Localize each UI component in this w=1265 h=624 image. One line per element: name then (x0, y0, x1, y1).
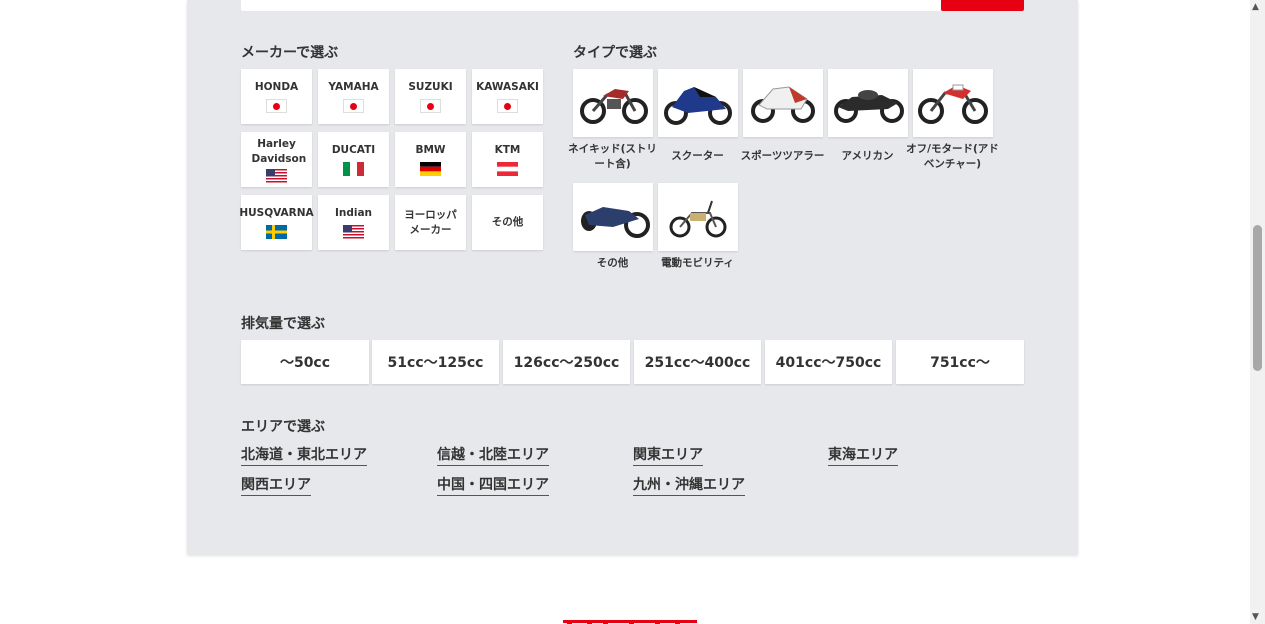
cc-button-400[interactable]: 251cc〜400cc (634, 340, 761, 384)
maker-label: BMW (415, 144, 446, 156)
scooter-image (664, 87, 732, 125)
displacement-section-title: 排気量で選ぶ (241, 316, 325, 332)
area-link-kanto[interactable]: 関東エリア (633, 444, 703, 466)
japan-flag-icon (266, 99, 287, 113)
maker-other[interactable]: その他 (472, 195, 543, 250)
area-link-kansai[interactable]: 関西エリア (241, 474, 311, 496)
maker-label: KTM (494, 144, 521, 156)
sweden-flag-icon (266, 225, 287, 239)
area-link-tokai[interactable]: 東海エリア (828, 444, 898, 466)
maker-suzuki[interactable]: SUZUKI (395, 69, 466, 124)
maker-indian[interactable]: Indian (318, 195, 389, 250)
type-other[interactable] (573, 183, 653, 251)
cc-button-250[interactable]: 126cc〜250cc (503, 340, 630, 384)
maker-label: ヨーロッパメーカー (404, 208, 457, 236)
maker-label: DUCATI (331, 144, 376, 156)
maker-label: Harley Davidson (251, 137, 307, 165)
type-sport-tourer[interactable] (743, 69, 823, 137)
scrollbar-thumb[interactable] (1253, 225, 1262, 371)
type-label: 電動モビリティ (661, 257, 734, 269)
type-label: スポーツツアラー (740, 150, 825, 162)
type-label: その他 (596, 257, 629, 269)
footer-logo (563, 614, 697, 624)
maker-label: SUZUKI (408, 81, 453, 93)
area-link-kyushu-okinawa[interactable]: 九州・沖縄エリア (633, 474, 745, 496)
maker-european[interactable]: ヨーロッパメーカー (395, 195, 466, 250)
maker-ducati[interactable]: DUCATI (318, 132, 389, 187)
maker-ktm[interactable]: KTM (472, 132, 543, 187)
japan-flag-icon (343, 99, 364, 113)
cc-button-50[interactable]: 〜50cc (241, 340, 369, 384)
type-label: スクーター (671, 150, 724, 162)
scroll-up-arrow-icon[interactable]: ▲ (1252, 2, 1259, 12)
offroad-bike-image (918, 84, 988, 124)
japan-flag-icon (497, 99, 518, 113)
usa-flag-icon (266, 168, 287, 183)
maker-yamaha[interactable]: YAMAHA (318, 69, 389, 124)
three-wheeler-image (581, 207, 650, 238)
sport-tourer-image (751, 86, 815, 123)
japan-flag-icon (420, 99, 441, 113)
type-label: アメリカン (841, 150, 894, 162)
maker-honda[interactable]: HONDA (241, 69, 312, 124)
keyword-search-input[interactable] (241, 0, 941, 11)
maker-kawasaki[interactable]: KAWASAKI (472, 69, 543, 124)
type-american[interactable] (828, 69, 908, 137)
maker-label: HUSQVARNA (239, 207, 314, 219)
italy-flag-icon (343, 162, 364, 176)
type-section-title: タイプで選ぶ (573, 45, 657, 61)
maker-bmw[interactable]: BMW (395, 132, 466, 187)
type-e-mobility[interactable] (658, 183, 738, 251)
type-label: オフ/モタード(アドベンチャー) (906, 143, 999, 170)
american-bike-image (834, 90, 904, 123)
type-label: ネイキッド(ストリート含) (568, 143, 657, 170)
type-scooter[interactable] (658, 69, 738, 137)
search-button[interactable] (941, 0, 1024, 11)
maker-section-title: メーカーで選ぶ (241, 45, 339, 61)
area-link-chugoku-shikoku[interactable]: 中国・四国エリア (437, 474, 549, 496)
germany-flag-icon (420, 162, 441, 176)
area-link-shinetsu-hokuriku[interactable]: 信越・北陸エリア (437, 444, 549, 466)
cc-button-750[interactable]: 401cc〜750cc (765, 340, 892, 384)
cc-button-751-plus[interactable]: 751cc〜 (896, 340, 1024, 384)
cc-button-125[interactable]: 51cc〜125cc (372, 340, 499, 384)
maker-husqvarna[interactable]: HUSQVARNA (239, 195, 314, 250)
type-naked[interactable] (573, 69, 653, 137)
maker-harley-davidson[interactable]: Harley Davidson (241, 132, 312, 187)
usa-flag-icon (343, 225, 364, 239)
maker-label: KAWASAKI (476, 81, 539, 93)
austria-flag-icon (497, 162, 518, 176)
scroll-down-arrow-icon[interactable]: ▼ (1252, 612, 1259, 622)
maker-label: YAMAHA (328, 81, 379, 93)
e-bike-image (669, 200, 727, 238)
maker-label: その他 (491, 216, 524, 228)
maker-label: Indian (334, 207, 373, 219)
area-link-hokkaido-tohoku[interactable]: 北海道・東北エリア (241, 444, 367, 466)
type-offroad[interactable] (913, 69, 993, 137)
area-section-title: エリアで選ぶ (241, 419, 325, 435)
maker-label: HONDA (254, 81, 299, 93)
naked-bike-image (580, 89, 648, 124)
